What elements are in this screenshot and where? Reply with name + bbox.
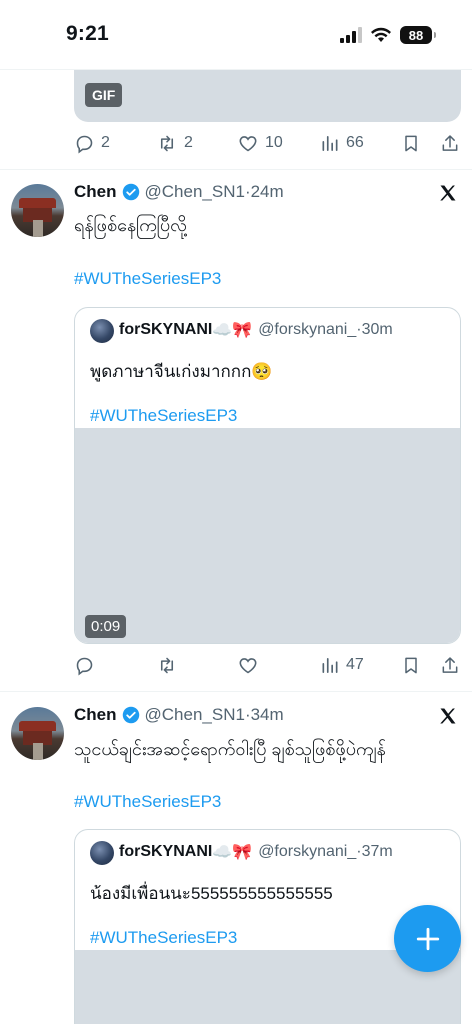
quote-author-name: forSKYNANI <box>119 321 213 338</box>
views-count: 47 <box>346 656 364 673</box>
quote-hashtag[interactable]: #WUTheSeriesEP3 <box>90 928 237 948</box>
author-handle[interactable]: @Chen_SN1 <box>145 182 245 202</box>
author-name[interactable]: Chen <box>74 182 117 202</box>
reply-count: 2 <box>101 134 110 151</box>
status-icons: 88 <box>340 26 436 44</box>
views-icon <box>322 135 338 151</box>
quote-author-handle: @forskynani_ <box>258 843 357 860</box>
quote-author-emoji: ☁️🎀 <box>212 844 253 861</box>
video-duration: 0:09 <box>85 615 127 638</box>
quote-author-handle: @forskynani_ <box>258 321 357 338</box>
divider <box>0 691 472 692</box>
reply-button[interactable]: 2 <box>74 130 110 156</box>
quote-video[interactable]: 0:09 <box>75 428 460 643</box>
views-button[interactable]: 66 <box>320 130 364 156</box>
quote-time: ·37m <box>356 843 393 860</box>
bookmark-icon <box>405 657 417 673</box>
author-handle[interactable]: @Chen_SN1 <box>145 705 245 725</box>
views-count: 66 <box>346 134 364 151</box>
previous-tweet-actions: 2 2 10 66 <box>74 130 464 156</box>
tweet-time: ·34m <box>244 705 284 724</box>
bookmark-button[interactable] <box>401 130 421 156</box>
plus-icon <box>416 927 439 950</box>
share-icon <box>442 134 458 151</box>
quoted-tweet[interactable]: forSKYNANI ☁️🎀 @forskynani_ ·30m พูดภาษาจี… <box>74 307 461 644</box>
views-icon <box>322 657 338 673</box>
quote-time: ·30m <box>356 321 393 338</box>
tweet-text: သူငယ်ချင်းအဆင့်ရောက်ဝါးပြီ ချစ်သူဖြစ်ဖို… <box>74 739 386 759</box>
status-time: 9:21 <box>66 22 109 45</box>
compose-button[interactable] <box>394 905 461 972</box>
heart-icon <box>239 657 257 673</box>
repost-button[interactable] <box>156 652 184 678</box>
heart-icon <box>239 135 257 151</box>
hashtag-link[interactable]: #WUTheSeriesEP3 <box>74 792 221 812</box>
views-button[interactable]: 47 <box>320 652 364 678</box>
divider <box>0 169 472 170</box>
quote-header: forSKYNANI ☁️🎀 @forskynani_ ·30m <box>119 320 393 340</box>
reply-icon <box>76 135 93 153</box>
quote-hashtag[interactable]: #WUTheSeriesEP3 <box>90 406 237 426</box>
quote-avatar <box>90 841 114 865</box>
quote-text: พูดภาษาจีนเก่งมากกก🥺 <box>90 362 273 381</box>
repost-icon <box>160 657 174 673</box>
share-button[interactable] <box>440 652 460 678</box>
verified-badge-icon <box>122 706 139 724</box>
tweet-header: Chen @Chen_SN1·34m <box>74 705 284 725</box>
quote-author-name: forSKYNANI <box>119 843 213 860</box>
quote-avatar <box>90 319 114 343</box>
signal-icon <box>340 27 362 43</box>
tweet-text: ရန်ဖြစ်နေကြပြီလို့ <box>74 215 187 235</box>
repost-button[interactable]: 2 <box>156 130 193 156</box>
tweet-header: Chen @Chen_SN1·24m <box>74 182 284 202</box>
tweet-time: ·24m <box>244 182 284 201</box>
previous-tweet-media[interactable] <box>74 70 461 122</box>
share-button[interactable] <box>440 130 460 156</box>
share-icon <box>442 656 458 673</box>
repost-count: 2 <box>184 134 193 151</box>
verified-badge-icon <box>122 183 139 201</box>
avatar[interactable] <box>11 184 64 237</box>
x-logo-icon <box>440 185 456 201</box>
quote-text: น้องมีเพื่อนนะ555555555555555 <box>90 884 333 903</box>
wifi-icon <box>371 27 391 42</box>
avatar[interactable] <box>11 707 64 760</box>
status-bar: 9:21 88 <box>0 0 472 70</box>
author-name[interactable]: Chen <box>74 705 117 725</box>
like-button[interactable]: 10 <box>237 130 283 156</box>
hashtag-link[interactable]: #WUTheSeriesEP3 <box>74 269 221 289</box>
quote-header: forSKYNANI ☁️🎀 @forskynani_ ·37m <box>119 842 393 862</box>
like-button[interactable] <box>237 652 265 678</box>
battery-indicator: 88 <box>400 26 436 44</box>
like-count: 10 <box>265 134 283 151</box>
repost-icon <box>160 135 174 151</box>
reply-icon <box>76 657 93 675</box>
x-logo-icon <box>440 708 456 724</box>
tweet-actions: 47 <box>74 652 464 678</box>
reply-button[interactable] <box>74 652 101 678</box>
bookmark-icon <box>405 135 417 151</box>
bookmark-button[interactable] <box>401 652 421 678</box>
quote-author-emoji: ☁️🎀 <box>212 322 253 339</box>
gif-badge: GIF <box>85 83 123 107</box>
